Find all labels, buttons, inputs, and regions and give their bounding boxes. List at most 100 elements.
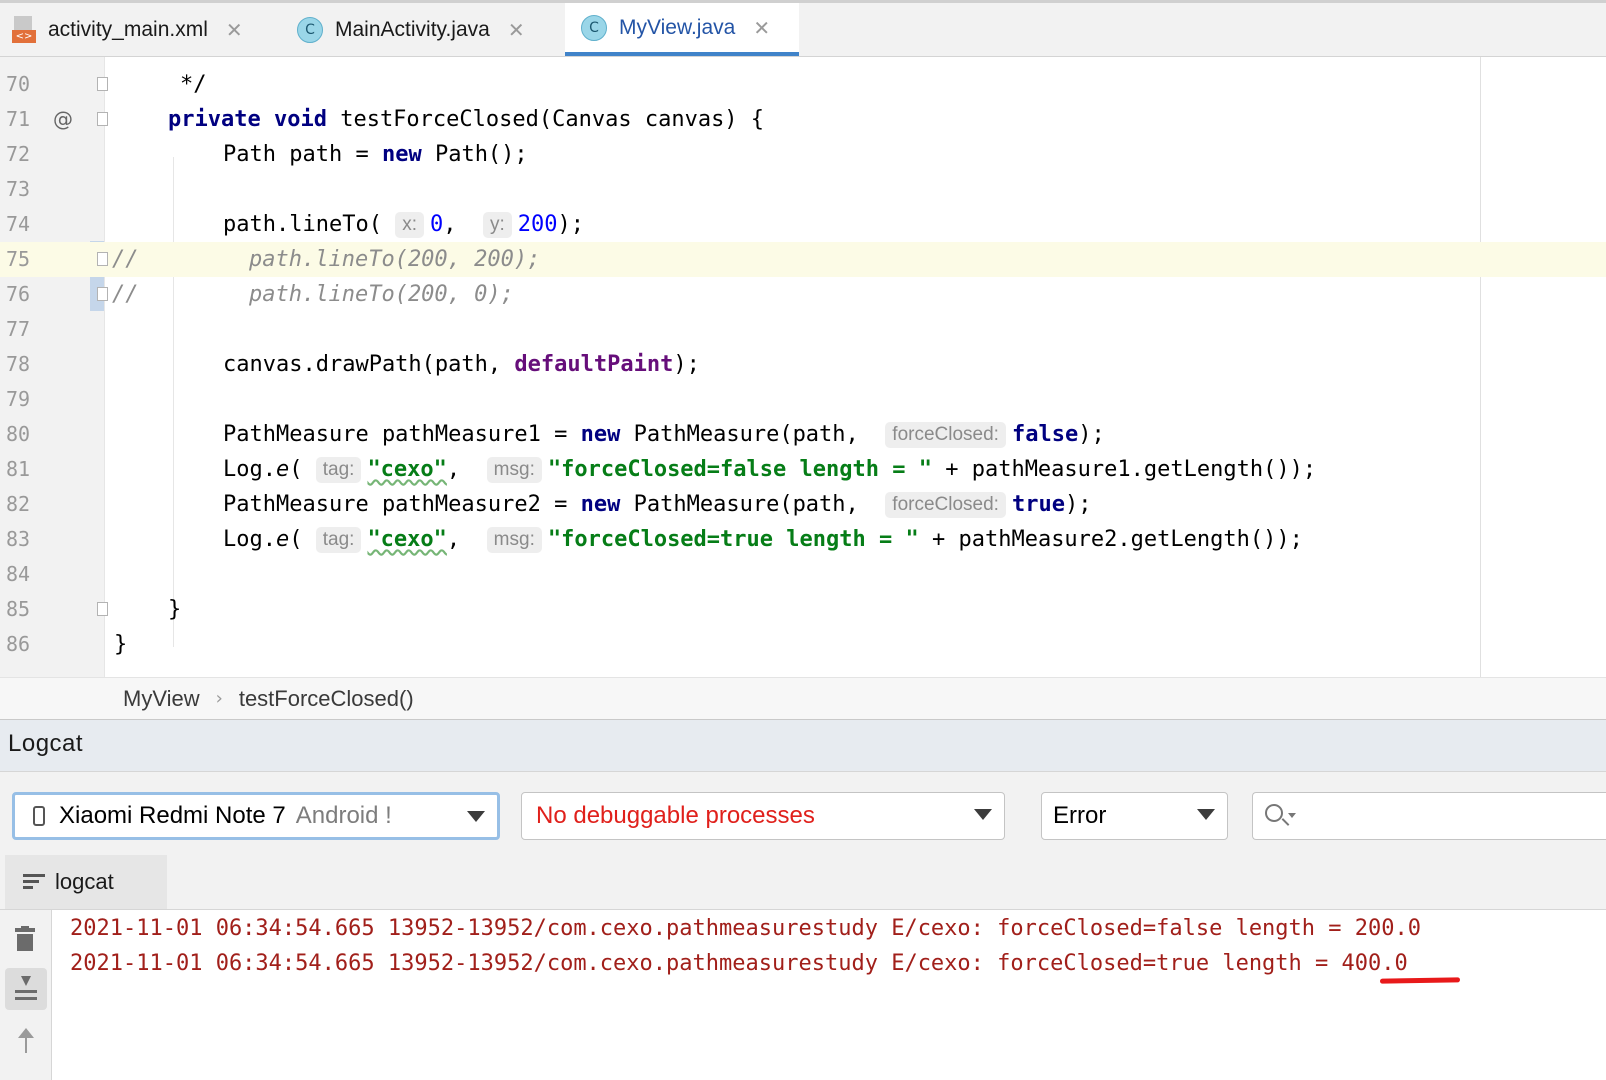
tab-label: activity_main.xml (48, 17, 208, 41)
close-tab-icon[interactable]: ✕ (508, 18, 525, 42)
logcat-panel-header: Logcat (0, 719, 1606, 771)
line-number: 70 (6, 72, 31, 96)
device-os: Android ! (295, 802, 392, 829)
code-line: 86 } (0, 627, 1606, 662)
parameter-hint: msg: (486, 457, 542, 483)
line-number: 85 (6, 597, 31, 621)
code-line-current: 75 // path.lineTo(200, 200); (0, 242, 1606, 277)
xml-file-icon: <> (12, 15, 36, 44)
clear-logcat-icon[interactable] (15, 926, 35, 952)
code-line: 85 } (0, 592, 1606, 627)
parameter-hint: tag: (315, 457, 362, 483)
search-icon (1265, 804, 1283, 822)
log-level-selector[interactable]: Error (1041, 792, 1228, 840)
breadcrumb-class[interactable]: MyView (123, 686, 200, 712)
fold-marker-icon[interactable] (97, 77, 108, 91)
logcat-search-input[interactable] (1252, 792, 1606, 840)
scroll-to-end-icon (15, 976, 37, 1002)
code-line: 72 Path path = new Path(); (0, 137, 1606, 172)
breadcrumb: MyView › testForceClosed() (0, 677, 1606, 719)
line-number: 71 (6, 107, 31, 131)
line-number: 77 (6, 317, 31, 341)
logcat-subtab-bar: logcat (0, 855, 1606, 910)
line-number: 73 (6, 177, 31, 201)
device-selector[interactable]: Xiaomi Redmi Note 7 Android ! (12, 792, 500, 840)
parameter-hint: tag: (315, 527, 362, 553)
java-class-icon: C (297, 16, 323, 43)
code-text: } (168, 597, 182, 622)
code-text: private void testForceClosed(Canvas canv… (168, 107, 765, 132)
code-text: */ (180, 72, 207, 97)
close-tab-icon[interactable]: ✕ (226, 18, 243, 42)
line-number: 75 (6, 247, 31, 271)
close-tab-icon[interactable]: ✕ (753, 16, 770, 40)
code-text: PathMeasure pathMeasure2 = new PathMeasu… (223, 492, 1092, 518)
parameter-hint: forceClosed: (885, 492, 1006, 518)
fold-marker-icon[interactable] (97, 112, 108, 126)
comment-prefix: // (112, 282, 139, 307)
log-lines-icon (23, 874, 45, 890)
java-class-icon: C (581, 14, 607, 41)
tab-label: MainActivity.java (335, 17, 490, 41)
log-line: 2021-11-01 06:34:54.665 13952-13952/com.… (70, 951, 1408, 976)
code-line: 71 @ private void testForceClosed(Canvas… (0, 102, 1606, 137)
chevron-down-icon (1197, 809, 1215, 820)
line-number: 81 (6, 457, 31, 481)
parameter-hint: x: (395, 212, 424, 238)
code-text: Log.e( tag: "cexo", msg: "forceClosed=fals… (223, 457, 1317, 483)
parameter-hint: forceClosed: (885, 422, 1006, 448)
code-text: path.lineTo(200, 0); (249, 282, 514, 307)
code-line: 74 path.lineTo( x: 0, y: 200); (0, 207, 1606, 242)
line-number: 76 (6, 282, 31, 306)
line-number: 74 (6, 212, 31, 236)
override-method-icon[interactable]: @ (53, 102, 73, 137)
chevron-down-icon (467, 811, 485, 822)
fold-marker-icon[interactable] (97, 252, 108, 266)
breadcrumb-method[interactable]: testForceClosed() (239, 686, 414, 712)
chevron-down-icon (974, 809, 992, 820)
code-text: Path path = new Path(); (223, 142, 528, 167)
phone-icon (33, 806, 45, 826)
tab-myview-java[interactable]: C MyView.java ✕ (565, 3, 799, 56)
code-line: 78 canvas.drawPath(path, defaultPaint); (0, 347, 1606, 382)
search-options-icon[interactable] (1288, 813, 1296, 818)
process-selector[interactable]: No debuggable processes (521, 792, 1005, 840)
code-editor[interactable]: 70 */ 71 @ private void testForceClosed(… (0, 57, 1606, 677)
code-text: PathMeasure pathMeasure1 = new PathMeasu… (223, 422, 1105, 448)
code-line: 73 (0, 172, 1606, 207)
line-number: 83 (6, 527, 31, 551)
logcat-output: 2021-11-01 06:34:54.665 13952-13952/com.… (0, 910, 1606, 1080)
code-text: path.lineTo(200, 200); (249, 247, 541, 272)
line-number: 86 (6, 632, 31, 656)
tab-logcat[interactable]: logcat (5, 855, 167, 909)
code-line: 82 PathMeasure pathMeasure2 = new PathMe… (0, 487, 1606, 522)
fold-marker-icon[interactable] (97, 602, 108, 616)
code-line: 81 Log.e( tag: "cexo", msg: "forceClosed=f… (0, 452, 1606, 487)
code-text: } (114, 632, 128, 657)
code-text: Log.e( tag: "cexo", msg: "forceClosed=true… (223, 527, 1303, 553)
tab-activity-main-xml[interactable]: <> activity_main.xml ✕ (12, 3, 243, 56)
code-line: 79 (0, 382, 1606, 417)
scroll-to-end-button[interactable] (5, 968, 47, 1010)
line-number: 84 (6, 562, 31, 586)
breadcrumb-separator-icon: › (215, 688, 223, 709)
up-arrow-icon[interactable] (16, 1028, 36, 1054)
code-text: canvas.drawPath(path, defaultPaint); (223, 352, 700, 377)
fold-marker-icon[interactable] (97, 287, 108, 301)
device-name: Xiaomi Redmi Note 7 (59, 802, 286, 829)
logcat-side-toolbar (0, 910, 52, 1080)
line-number: 80 (6, 422, 31, 446)
tab-mainactivity-java[interactable]: C MainActivity.java ✕ (297, 3, 525, 56)
line-number: 78 (6, 352, 31, 376)
tab-label: MyView.java (619, 15, 736, 39)
code-line: 70 */ (0, 67, 1606, 102)
line-number: 82 (6, 492, 31, 516)
red-underline-annotation (1379, 977, 1461, 984)
logcat-toolbar: Xiaomi Redmi Note 7 Android ! No debugga… (0, 771, 1606, 855)
parameter-hint: y: (482, 212, 512, 238)
code-line: 76 // path.lineTo(200, 0); (0, 277, 1606, 312)
code-line: 84 (0, 557, 1606, 592)
process-label: No debuggable processes (536, 802, 815, 829)
code-line: 80 PathMeasure pathMeasure1 = new PathMe… (0, 417, 1606, 452)
editor-tab-bar: <> activity_main.xml ✕ C MainActivity.ja… (0, 0, 1606, 57)
